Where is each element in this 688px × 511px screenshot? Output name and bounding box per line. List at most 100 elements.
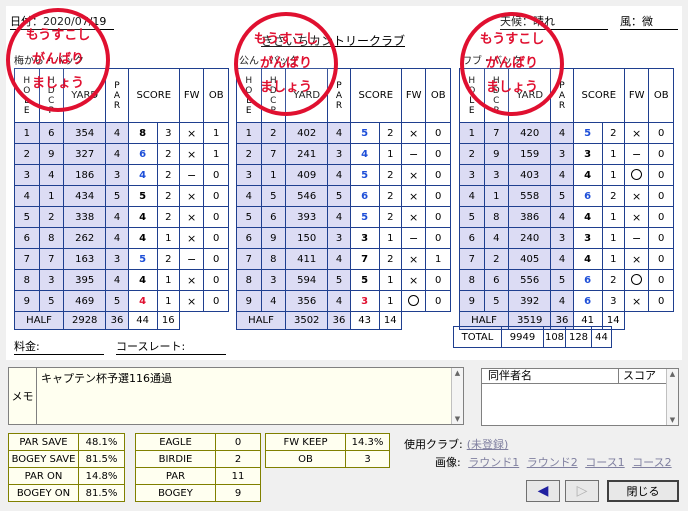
cell-fw[interactable]: × <box>623 122 650 144</box>
cell-putt[interactable]: 1 <box>378 290 402 312</box>
table-row[interactable]: 9 5 392 4 6 3 × 0 <box>459 290 674 312</box>
cell-fw[interactable] <box>623 164 650 186</box>
back-button[interactable]: ◀ <box>526 480 560 502</box>
cell-putt[interactable]: 1 <box>378 227 402 249</box>
cell-score[interactable]: 6 <box>127 143 158 165</box>
scroll-down-icon[interactable]: ▼ <box>667 416 678 424</box>
cell-putt[interactable]: 1 <box>601 227 625 249</box>
cell-fw[interactable]: × <box>178 290 205 312</box>
cell-fw[interactable]: − <box>623 227 650 249</box>
cell-score[interactable]: 4 <box>349 143 380 165</box>
cell-ob[interactable]: 0 <box>425 269 451 291</box>
table-row[interactable]: 3 3 403 4 4 1 0 <box>459 164 674 186</box>
cell-ob[interactable]: 0 <box>648 227 674 249</box>
cell-score[interactable]: 7 <box>349 248 380 270</box>
cell-fw[interactable]: × <box>400 185 427 207</box>
cell-fw[interactable]: × <box>178 227 205 249</box>
cell-fw[interactable]: × <box>400 248 427 270</box>
table-row[interactable]: 1 7 420 4 5 2 × 0 <box>459 122 674 144</box>
clubs-link[interactable]: (未登録) <box>467 438 509 451</box>
cell-ob[interactable]: 0 <box>203 269 229 291</box>
cell-score[interactable]: 6 <box>349 185 380 207</box>
table-row[interactable]: 2 9 327 4 6 2 × 1 <box>14 143 229 165</box>
cell-score[interactable]: 3 <box>572 143 603 165</box>
cell-score[interactable]: 3 <box>349 227 380 249</box>
table-row[interactable]: 8 6 556 5 6 2 0 <box>459 269 674 291</box>
cell-putt[interactable]: 2 <box>378 164 402 186</box>
table-row[interactable]: 9 5 469 5 4 1 × 0 <box>14 290 229 312</box>
cell-ob[interactable]: 0 <box>648 290 674 312</box>
table-row[interactable]: 7 8 411 4 7 2 × 1 <box>236 248 451 270</box>
round1-image-link[interactable]: ラウンド1 <box>468 456 519 469</box>
table-row[interactable]: 5 8 386 4 4 1 × 0 <box>459 206 674 228</box>
cell-putt[interactable]: 2 <box>601 122 625 144</box>
cell-score[interactable]: 5 <box>127 185 158 207</box>
table-row[interactable]: 4 1 558 5 6 2 × 0 <box>459 185 674 207</box>
table-row[interactable]: 2 7 241 3 4 1−0 <box>236 143 451 165</box>
memo-text[interactable]: キャプテン杯予選116通過 <box>41 370 172 386</box>
cell-ob[interactable]: 0 <box>648 206 674 228</box>
table-row[interactable]: 7 7 163 3 5 2−0 <box>14 248 229 270</box>
cell-ob[interactable]: 0 <box>203 290 229 312</box>
table-row[interactable]: 5 2 338 4 4 2 × 0 <box>14 206 229 228</box>
cell-ob[interactable]: 0 <box>203 185 229 207</box>
cell-putt[interactable]: 2 <box>156 248 180 270</box>
cell-putt[interactable]: 2 <box>156 206 180 228</box>
cell-ob[interactable]: 1 <box>425 248 451 270</box>
cell-score[interactable]: 3 <box>349 290 380 312</box>
companion-score-header[interactable]: スコア <box>618 369 668 383</box>
cell-putt[interactable]: 1 <box>156 269 180 291</box>
cell-fw[interactable]: × <box>400 122 427 144</box>
cell-fw[interactable]: × <box>400 206 427 228</box>
cell-fw[interactable]: × <box>400 164 427 186</box>
cell-score[interactable]: 6 <box>572 290 603 312</box>
cell-putt[interactable]: 2 <box>378 206 402 228</box>
scroll-down-icon[interactable]: ▼ <box>452 415 463 423</box>
cell-putt[interactable]: 2 <box>378 185 402 207</box>
table-row[interactable]: 3 4 186 3 4 2−0 <box>14 164 229 186</box>
table-row[interactable]: 4 1 434 5 5 2 × 0 <box>14 185 229 207</box>
cell-score[interactable]: 6 <box>572 185 603 207</box>
cell-ob[interactable]: 0 <box>203 164 229 186</box>
table-row[interactable]: 5 6 393 4 5 2 × 0 <box>236 206 451 228</box>
cell-fw[interactable]: × <box>400 269 427 291</box>
memo-scrollbar[interactable]: ▲ ▼ <box>451 368 463 424</box>
cell-putt[interactable]: 1 <box>378 269 402 291</box>
table-row[interactable]: 4 5 546 5 6 2 × 0 <box>236 185 451 207</box>
table-row[interactable]: 8 3 594 5 5 1 × 0 <box>236 269 451 291</box>
cell-ob[interactable]: 0 <box>425 143 451 165</box>
close-button[interactable]: 閉じる <box>607 480 679 502</box>
cell-fw[interactable]: − <box>400 143 427 165</box>
cell-putt[interactable]: 2 <box>601 185 625 207</box>
cell-fw[interactable]: × <box>178 206 205 228</box>
cell-score[interactable]: 5 <box>349 122 380 144</box>
cell-score[interactable]: 8 <box>127 122 158 144</box>
cell-putt[interactable]: 1 <box>156 227 180 249</box>
cell-ob[interactable]: 0 <box>648 248 674 270</box>
cell-score[interactable]: 4 <box>127 227 158 249</box>
cell-fw[interactable]: − <box>400 227 427 249</box>
cell-score[interactable]: 5 <box>349 164 380 186</box>
cell-putt[interactable]: 1 <box>156 290 180 312</box>
cell-fw[interactable]: × <box>623 206 650 228</box>
cell-putt[interactable]: 3 <box>601 290 625 312</box>
cell-score[interactable]: 4 <box>572 164 603 186</box>
cell-putt[interactable]: 1 <box>378 143 402 165</box>
cell-score[interactable]: 4 <box>127 164 158 186</box>
cell-ob[interactable]: 0 <box>203 248 229 270</box>
cell-putt[interactable]: 2 <box>156 185 180 207</box>
cell-putt[interactable]: 3 <box>156 122 180 144</box>
table-row[interactable]: 2 9 159 3 3 1−0 <box>459 143 674 165</box>
cell-fw[interactable] <box>623 269 650 291</box>
cell-putt[interactable]: 2 <box>156 164 180 186</box>
cell-fw[interactable]: × <box>178 143 205 165</box>
cell-ob[interactable]: 0 <box>425 290 451 312</box>
cell-ob[interactable]: 0 <box>425 164 451 186</box>
cell-fw[interactable]: × <box>623 185 650 207</box>
table-row[interactable]: 9 4 356 4 3 1 0 <box>236 290 451 312</box>
cell-fw[interactable]: − <box>178 248 205 270</box>
cell-score[interactable]: 4 <box>572 206 603 228</box>
cell-ob[interactable]: 0 <box>648 185 674 207</box>
cell-score[interactable]: 3 <box>572 227 603 249</box>
cell-score[interactable]: 6 <box>572 269 603 291</box>
